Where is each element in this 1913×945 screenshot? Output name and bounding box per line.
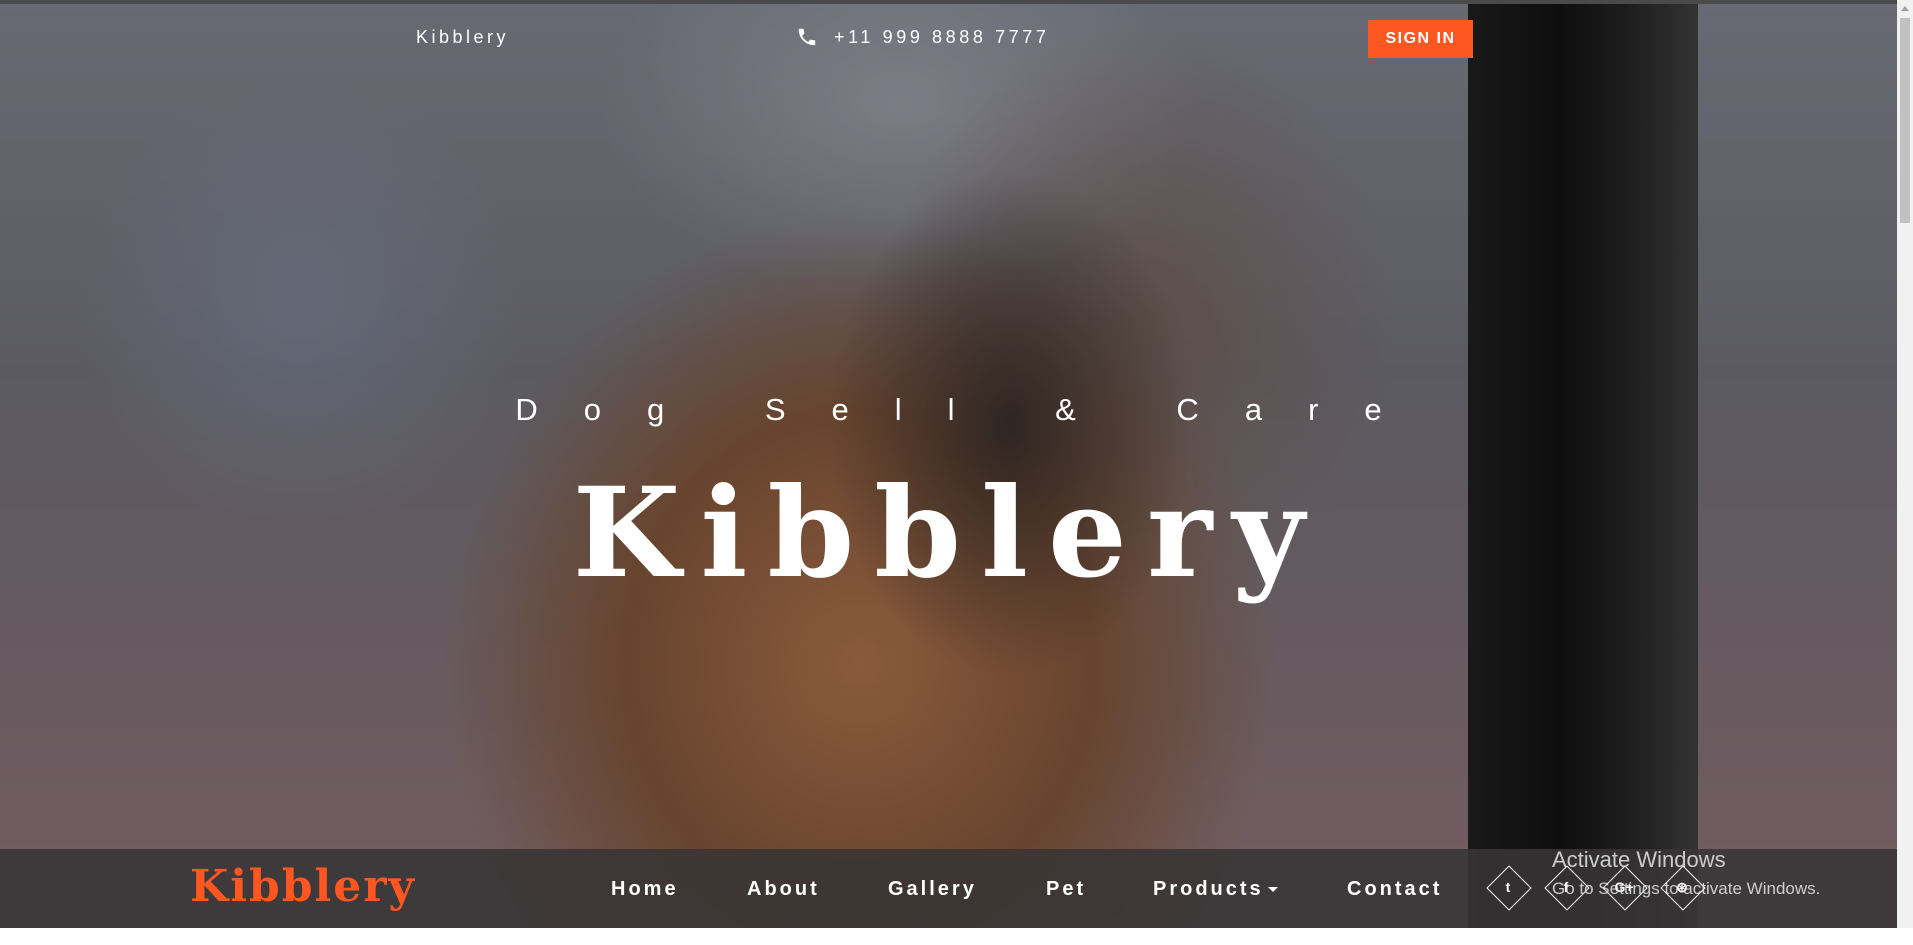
header-phone: +11 999 8888 7777: [796, 26, 1050, 48]
activate-windows-watermark: Activate Windows Go to Settings to activ…: [1552, 847, 1820, 899]
hero-tagline: Dog Sell & Care: [515, 392, 1428, 427]
nav-item-about[interactable]: About: [747, 878, 820, 901]
bottom-strip: [0, 928, 1913, 945]
phone-icon: [798, 28, 816, 46]
nav-item-contact[interactable]: Contact: [1347, 878, 1442, 901]
activate-windows-title: Activate Windows: [1552, 847, 1726, 872]
vertical-scrollbar[interactable]: [1897, 0, 1913, 928]
chevron-down-icon: [1267, 887, 1278, 893]
nav-item-home[interactable]: Home: [611, 878, 679, 901]
nav-item-gallery[interactable]: Gallery: [888, 878, 977, 901]
scroll-up-arrow-icon[interactable]: [1901, 6, 1909, 11]
phone-number: +11 999 8888 7777: [834, 26, 1050, 47]
sign-in-button[interactable]: SIGN IN: [1368, 20, 1473, 58]
twitter-icon: t: [1505, 879, 1511, 895]
hero-title: Kibblery: [572, 461, 1325, 606]
twitter-link[interactable]: t: [1485, 864, 1532, 911]
header-brand[interactable]: Kibblery: [416, 27, 509, 48]
activate-windows-subtitle: Go to Settings to activate Windows.: [1552, 879, 1821, 898]
nav-item-products[interactable]: Products: [1153, 878, 1278, 901]
nav-item-products-label: Products: [1153, 878, 1264, 900]
hero-section: Kibblery +11 999 8888 7777 SIGN IN Dog S…: [0, 4, 1897, 928]
scrollbar-thumb[interactable]: [1900, 18, 1910, 223]
navbar-logo[interactable]: Kibblery: [190, 865, 416, 909]
nav-item-pet[interactable]: Pet: [1046, 878, 1086, 901]
